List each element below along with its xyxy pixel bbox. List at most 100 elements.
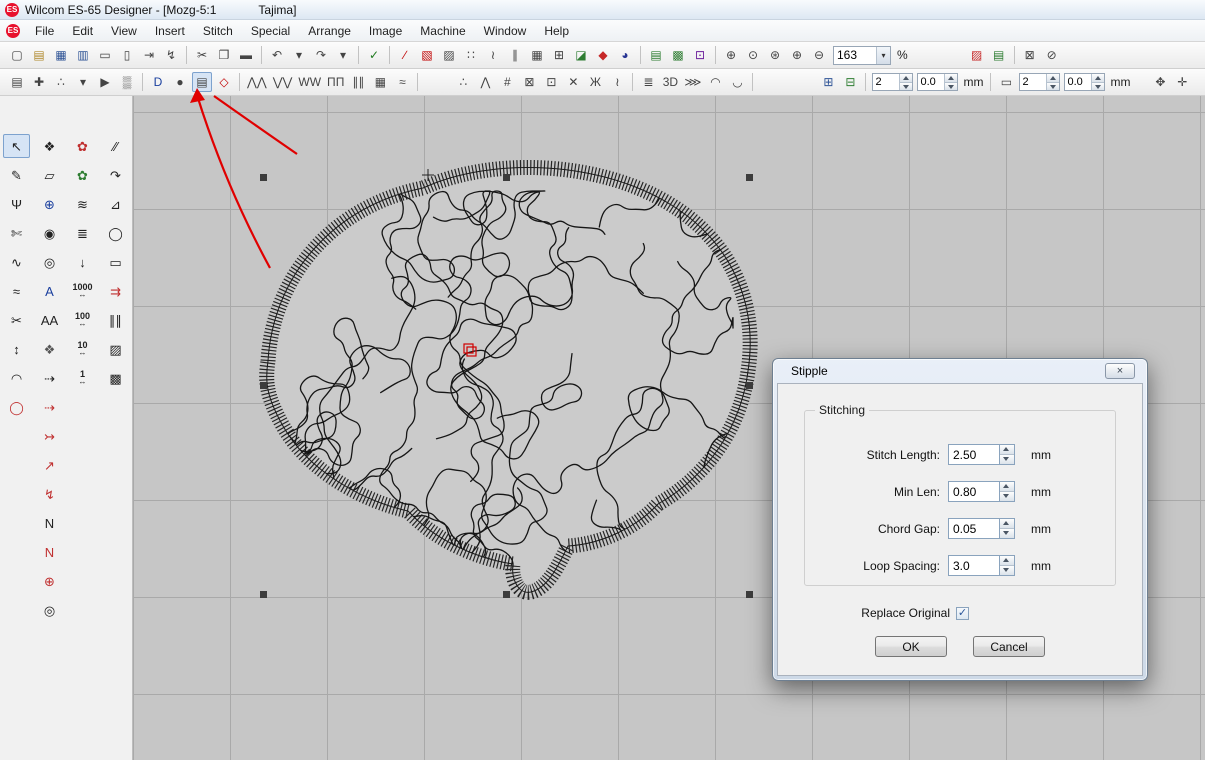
applique-icon[interactable]: ◕ <box>615 45 635 65</box>
selection-handle[interactable] <box>503 174 510 181</box>
spin-down-icon[interactable] <box>945 83 957 91</box>
replace-original-checkbox[interactable]: ✓ <box>956 607 969 620</box>
grid-reference-icon[interactable]: ⊟ <box>840 72 860 92</box>
spin-down-icon[interactable] <box>1000 455 1014 464</box>
team-names-tool[interactable]: AA <box>36 308 63 332</box>
closed-object-icon[interactable]: ◇ <box>214 72 234 92</box>
spin-down-icon[interactable] <box>1092 83 1104 91</box>
menu-special[interactable]: Special <box>242 22 299 40</box>
hoop-tool[interactable]: ⊕ <box>36 192 63 216</box>
spin-up-icon[interactable] <box>1000 519 1014 529</box>
program-split-icon[interactable]: ⊞ <box>549 45 569 65</box>
cancel-button[interactable]: Cancel <box>973 636 1045 657</box>
hatch-tool[interactable]: ∕∕ <box>102 134 129 158</box>
grid-offset-y-input[interactable] <box>1065 76 1091 88</box>
view-3d-icon[interactable]: 3D <box>660 72 680 92</box>
effect-7-icon[interactable]: Ж <box>585 72 605 92</box>
grid-snap-icon[interactable]: ⊞ <box>818 72 838 92</box>
zigzag-tool[interactable]: ≈ <box>3 279 30 303</box>
pattern-fill-2[interactable]: ▩ <box>102 366 129 390</box>
selection-handle[interactable] <box>260 591 267 598</box>
stitch-type-7-icon[interactable]: ≈ <box>392 72 412 92</box>
slow-redraw-icon[interactable]: ▤ <box>989 45 1009 65</box>
motif-run-red[interactable]: ⇉ <box>102 279 129 303</box>
paste-icon[interactable]: ▬ <box>236 45 256 65</box>
stipple-run-icon[interactable]: ▤ <box>192 72 212 92</box>
chord-gap-input[interactable] <box>948 518 1000 539</box>
run-stitch-icon[interactable]: ∕ <box>395 45 415 65</box>
view-mode-3-icon[interactable]: ◠ <box>705 72 725 92</box>
stitch-type-3-icon[interactable]: WW <box>296 72 323 92</box>
thread-palette-icon[interactable]: ▩ <box>668 45 688 65</box>
save-as-icon[interactable]: ▥ <box>73 45 93 65</box>
selection-handle[interactable] <box>746 382 753 389</box>
view-mode-4-icon[interactable]: ◡ <box>727 72 747 92</box>
effect-5-icon[interactable]: ⊡ <box>541 72 561 92</box>
show-connectors-icon[interactable]: ▾ <box>73 72 93 92</box>
effects-icon[interactable]: ⊘ <box>1042 45 1062 65</box>
spinner-buttons[interactable] <box>944 74 957 90</box>
spin-up-icon[interactable] <box>1047 74 1059 83</box>
run-100[interactable]: 100↔ <box>69 308 96 332</box>
new-design-icon[interactable]: ▢ <box>7 45 27 65</box>
grid-offset-x[interactable] <box>917 73 958 91</box>
write-to-card-icon[interactable]: ↯ <box>161 45 181 65</box>
motif-run-icon[interactable]: ∷ <box>461 45 481 65</box>
grid-offset-y[interactable] <box>1064 73 1105 91</box>
donut-tool[interactable]: ◎ <box>36 250 63 274</box>
reshape-tool[interactable]: ❖ <box>36 134 63 158</box>
grid-style-icon[interactable]: ▭ <box>996 72 1016 92</box>
grid-spacing-y-input[interactable] <box>1020 76 1046 88</box>
zoom-factor-icon[interactable]: ⊛ <box>765 45 785 65</box>
print-icon[interactable]: ▭ <box>95 45 115 65</box>
view-mode-1-icon[interactable]: ≣ <box>638 72 658 92</box>
fan-tool[interactable]: ◠ <box>3 366 30 390</box>
dialog-title-bar[interactable]: Stipple × <box>773 359 1147 383</box>
show-needle-points-icon[interactable]: ∴ <box>51 72 71 92</box>
grid-spacing-x[interactable] <box>872 73 913 91</box>
zoom-1-1-icon[interactable]: ⊙ <box>743 45 763 65</box>
scissors-tool[interactable]: ✂ <box>3 308 30 332</box>
min-len-input[interactable] <box>948 481 1000 502</box>
outline-design-icon[interactable]: ≀ <box>483 45 503 65</box>
spin-up-icon[interactable] <box>1000 556 1014 566</box>
freehand-tool[interactable]: ✎ <box>3 163 30 187</box>
flower-fill-tool[interactable]: ✿ <box>69 163 96 187</box>
selection-handle[interactable] <box>260 174 267 181</box>
menu-arrange[interactable]: Arrange <box>299 22 360 40</box>
spin-down-icon[interactable] <box>1047 83 1059 91</box>
menu-help[interactable]: Help <box>535 22 578 40</box>
mesh-fill-icon[interactable]: ▦ <box>527 45 547 65</box>
chord-gap-spinner[interactable] <box>1000 518 1015 539</box>
pattern-fill-1[interactable]: ▨ <box>102 337 129 361</box>
stitch-run-red-2[interactable]: ↗ <box>36 453 63 477</box>
stitch-type-5-icon[interactable]: ∥∥ <box>348 72 368 92</box>
move-design-icon[interactable]: ✥ <box>1150 72 1170 92</box>
run-1000[interactable]: 1000↔ <box>69 279 96 303</box>
ok-button[interactable]: OK <box>875 636 947 657</box>
menu-window[interactable]: Window <box>475 22 536 40</box>
center-design-icon[interactable]: ✛ <box>1172 72 1192 92</box>
run-10[interactable]: 10↔ <box>69 337 96 361</box>
menu-edit[interactable]: Edit <box>63 22 102 40</box>
spin-up-icon[interactable] <box>1092 74 1104 83</box>
spin-down-icon[interactable] <box>1000 492 1014 501</box>
flag-tool[interactable]: ⊿ <box>102 192 129 216</box>
pointer-check-icon[interactable]: ✓ <box>364 45 384 65</box>
menu-file[interactable]: File <box>26 22 63 40</box>
object-properties-icon[interactable]: ⊠ <box>1020 45 1040 65</box>
undo-dropdown-icon[interactable]: ▾ <box>289 45 309 65</box>
show-stitches-icon[interactable]: ▶ <box>95 72 115 92</box>
min-len-spinner[interactable] <box>1000 481 1015 502</box>
grid-spacing-y[interactable] <box>1019 73 1060 91</box>
knife-tool[interactable]: ✄ <box>3 221 30 245</box>
spinner-buttons[interactable] <box>899 74 912 90</box>
ellipse-tool[interactable]: ◯ <box>102 221 129 245</box>
select-tool[interactable]: ↖ <box>3 134 30 158</box>
menu-view[interactable]: View <box>102 22 146 40</box>
rectangle-tool[interactable]: ▭ <box>102 250 129 274</box>
zoom-in-icon[interactable]: ⊕ <box>787 45 807 65</box>
polyline-run[interactable]: N <box>36 511 63 535</box>
ellipse-outline-red[interactable]: ◯ <box>3 395 30 419</box>
effect-8-icon[interactable]: ≀ <box>607 72 627 92</box>
